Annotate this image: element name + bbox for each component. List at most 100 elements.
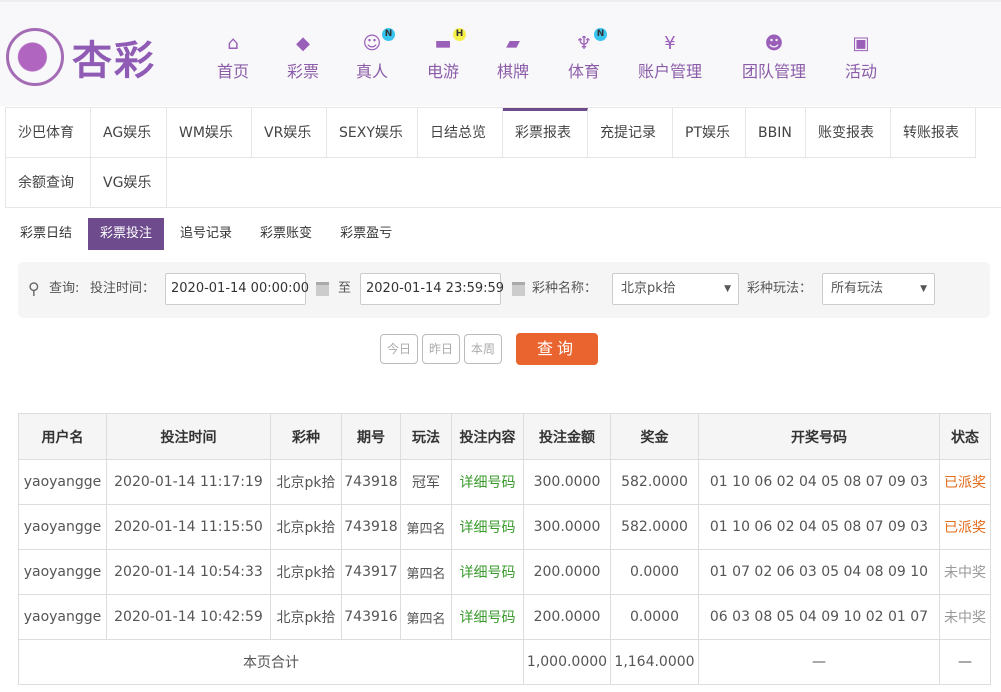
table-row: yaoyangge 2020-01-14 10:54:33 北京pk拾 743917 第… <box>18 549 991 595</box>
subtab-3[interactable]: 彩票账变 <box>248 218 324 250</box>
end-time-input[interactable]: 2020-01-14 23:59:59 <box>360 273 504 305</box>
cell-彩种: 北京pk拾 <box>270 594 342 640</box>
nav-label: 团队管理 <box>741 62 807 81</box>
cell-开奖号码: 01 07 02 06 03 05 04 08 09 10 <box>698 549 940 595</box>
tab-5[interactable]: 日结总览 <box>418 108 503 158</box>
nav-item-8[interactable]: ▣ 活动 <box>845 34 877 82</box>
cell-状态: 已派奖 <box>939 504 991 550</box>
cell-彩种: 北京pk拾 <box>270 549 342 595</box>
cell-玩法: 冠军 <box>400 459 452 505</box>
trophy-icon: ♆ N <box>573 28 607 54</box>
cell-投注内容[interactable]: 详细号码 <box>451 459 524 505</box>
today-button[interactable]: 今日 <box>380 334 419 364</box>
nav-item-4[interactable]: ▰ 棋牌 <box>497 34 529 82</box>
cell-投注内容[interactable]: 详细号码 <box>451 504 524 550</box>
bet-table: 用户名 投注时间 彩种 期号 玩法 投注内容 投注金额 奖金 开奖号码 状态 yaoyangge 2… <box>18 413 991 685</box>
nav-item-2[interactable]: ☺ N 真人 <box>355 28 395 82</box>
cell-用户名: yaoyangge <box>18 504 107 550</box>
tab-9[interactable]: BBIN <box>746 108 806 158</box>
query-button[interactable]: 查询 <box>516 333 599 365</box>
cell-投注金额: 300.0000 <box>523 504 611 550</box>
cell-投注内容[interactable]: 详细号码 <box>451 594 524 640</box>
nav-item-7[interactable]: ☻ 团队管理 <box>742 34 806 82</box>
cell-投注内容[interactable]: 详细号码 <box>451 549 524 595</box>
cell-投注金额: 300.0000 <box>523 459 611 505</box>
quick-buttons: 今日 昨日 本周 查询 <box>380 333 599 365</box>
column-header: 投注时间 <box>106 413 271 460</box>
nav-label: 真人 <box>355 62 389 81</box>
subtab-0[interactable]: 彩票日结 <box>8 218 84 250</box>
subtab-4[interactable]: 彩票盈亏 <box>328 218 404 250</box>
tab-0[interactable]: 沙巴体育 <box>6 108 91 158</box>
tab-1[interactable]: AG娱乐 <box>91 108 167 158</box>
cell-开奖号码: 01 10 06 02 04 05 08 07 09 03 <box>698 504 940 550</box>
cell-投注金额: 200.0000 <box>523 594 611 640</box>
total-numbers: — <box>698 639 940 685</box>
cell-玩法: 第四名 <box>400 549 452 595</box>
table-row: yaoyangge 2020-01-14 10:42:59 北京pk拾 743916 第… <box>18 594 991 640</box>
total-amount: 1,000.0000 <box>523 639 611 685</box>
report-tabs: 沙巴体育 AG娱乐 WM娱乐 VR娱乐 SEXY娱乐 日结总览 彩票报表 充提记录 PT娱乐 BB… <box>5 107 1001 208</box>
cell-彩种: 北京pk拾 <box>270 459 342 505</box>
ticket-icon: ◆ <box>296 33 310 54</box>
tab-11[interactable]: 转账报表 <box>891 108 976 158</box>
play-select[interactable]: 所有玩法 ▼ <box>822 273 935 305</box>
cell-用户名: yaoyangge <box>18 459 107 505</box>
cell-投注时间: 2020-01-14 10:42:59 <box>106 594 271 640</box>
cell-奖金: 582.0000 <box>610 504 699 550</box>
subtab-2[interactable]: 追号记录 <box>168 218 244 250</box>
table-row: yaoyangge 2020-01-14 11:17:19 北京pk拾 743918 冠… <box>18 459 991 505</box>
badge: N <box>381 28 395 41</box>
tab-4[interactable]: SEXY娱乐 <box>327 108 418 158</box>
column-header: 投注内容 <box>451 413 524 460</box>
home-icon: ⌂ <box>227 33 239 54</box>
lottery-select[interactable]: 北京pk拾 ▼ <box>612 273 739 305</box>
tab-13[interactable]: VG娱乐 <box>91 158 167 208</box>
start-time-input[interactable]: 2020-01-14 00:00:00 <box>165 273 309 305</box>
logo-text: 杏彩 <box>72 38 156 84</box>
nav-label: 体育 <box>567 62 601 81</box>
yen-icon: ¥ <box>664 33 676 54</box>
column-header: 期号 <box>341 413 401 460</box>
cards-icon: ▰ <box>506 33 520 54</box>
dropdown-arrow-icon: ▼ <box>920 284 927 294</box>
gift-icon: ▣ <box>852 33 870 54</box>
subtab-1[interactable]: 彩票投注 <box>88 218 165 250</box>
this-week-button[interactable]: 本周 <box>464 334 503 364</box>
tab-3[interactable]: VR娱乐 <box>252 108 327 158</box>
nav-label: 账户管理 <box>637 62 703 81</box>
nav-item-6[interactable]: ¥ 账户管理 <box>638 34 702 82</box>
nav-item-3[interactable]: ▬ H 电游 <box>427 28 466 82</box>
cell-彩种: 北京pk拾 <box>270 504 342 550</box>
nav-item-1[interactable]: ◆ 彩票 <box>287 34 319 82</box>
tab-10[interactable]: 账变报表 <box>806 108 891 158</box>
nav-label: 首页 <box>216 62 250 81</box>
dealer-icon: ☺ N <box>361 28 395 54</box>
nav-label: 棋牌 <box>496 62 530 81</box>
cell-用户名: yaoyangge <box>18 549 107 595</box>
tab-7[interactable]: 充提记录 <box>588 108 673 158</box>
nav-label: 活动 <box>844 62 878 81</box>
tab-12[interactable]: 余额查询 <box>6 158 91 208</box>
tab-8[interactable]: PT娱乐 <box>673 108 746 158</box>
query-label: 查询: <box>49 281 80 296</box>
calendar-icon[interactable] <box>512 282 525 296</box>
nav-item-5[interactable]: ♆ N 体育 <box>567 28 607 82</box>
cell-状态: 未中奖 <box>939 594 991 640</box>
tab-6[interactable]: 彩票报表 <box>503 108 588 158</box>
column-header: 奖金 <box>610 413 699 460</box>
nav-item-0[interactable]: ⌂ 首页 <box>217 34 249 82</box>
time-label: 投注时间： <box>90 281 156 296</box>
yesterday-button[interactable]: 昨日 <box>422 334 461 364</box>
column-header: 投注金额 <box>523 413 611 460</box>
to-label: 至 <box>338 281 352 296</box>
calendar-icon[interactable] <box>316 282 329 296</box>
play-value: 所有玩法 <box>831 281 884 296</box>
cell-期号: 743918 <box>341 504 401 550</box>
cell-期号: 743918 <box>341 459 401 505</box>
dropdown-arrow-icon: ▼ <box>724 284 731 294</box>
badge: N <box>593 28 607 41</box>
tab-2[interactable]: WM娱乐 <box>167 108 252 158</box>
team-icon: ☻ <box>764 33 784 54</box>
logo[interactable]: 杏彩 <box>6 28 156 86</box>
